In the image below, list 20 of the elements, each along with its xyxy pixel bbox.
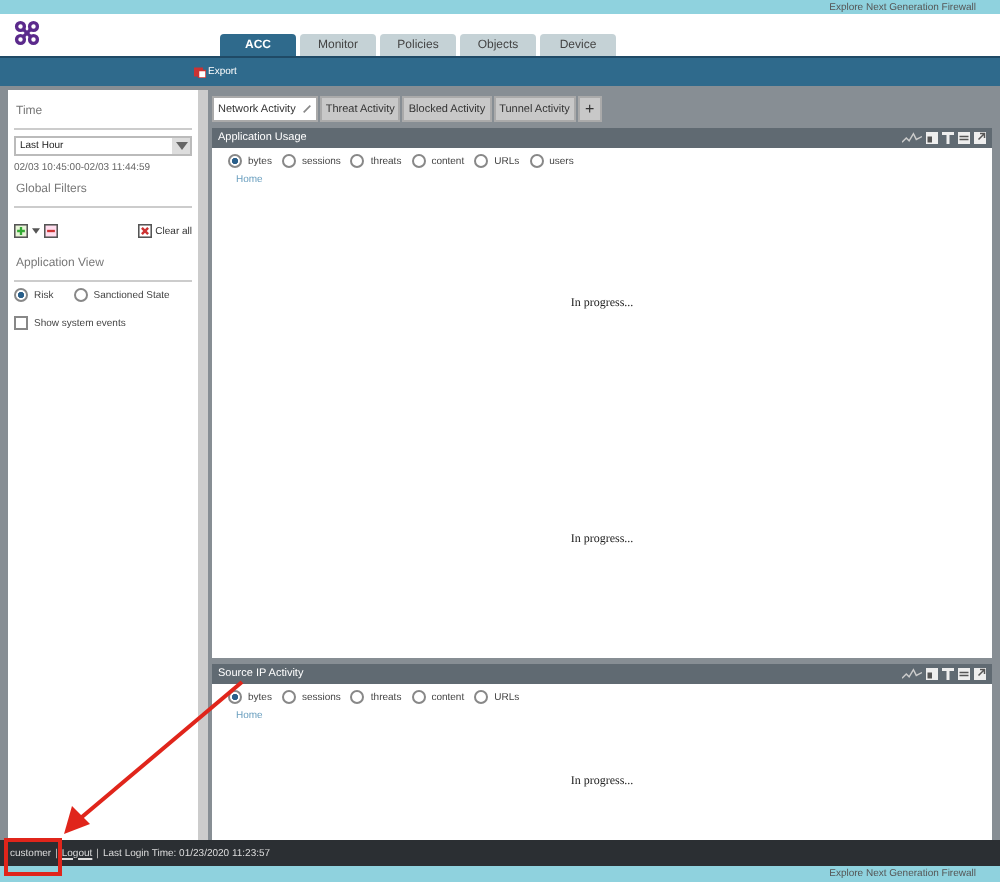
filter-icon[interactable] bbox=[942, 668, 954, 680]
add-tab-button[interactable]: + bbox=[577, 96, 602, 122]
dropdown-caret-icon bbox=[175, 142, 187, 150]
maximize-icon[interactable] bbox=[974, 668, 986, 680]
add-filter-icon[interactable] bbox=[14, 224, 28, 238]
chart-icon[interactable] bbox=[926, 132, 938, 144]
chart-icon[interactable] bbox=[926, 668, 938, 680]
table-icon[interactable] bbox=[958, 668, 970, 680]
clear-icon bbox=[137, 224, 152, 238]
logo-icon bbox=[14, 20, 40, 46]
export-icon bbox=[194, 66, 206, 78]
sparkline-icon[interactable] bbox=[902, 668, 922, 680]
pin-icon bbox=[301, 104, 312, 114]
sparkline-icon[interactable] bbox=[902, 132, 922, 144]
table-icon[interactable] bbox=[958, 132, 970, 144]
caret-icon[interactable] bbox=[32, 228, 40, 234]
maximize-icon[interactable] bbox=[974, 132, 986, 144]
highlight-rectangle bbox=[4, 838, 62, 876]
remove-filter-icon[interactable] bbox=[44, 224, 58, 238]
filter-icon[interactable] bbox=[942, 132, 954, 144]
